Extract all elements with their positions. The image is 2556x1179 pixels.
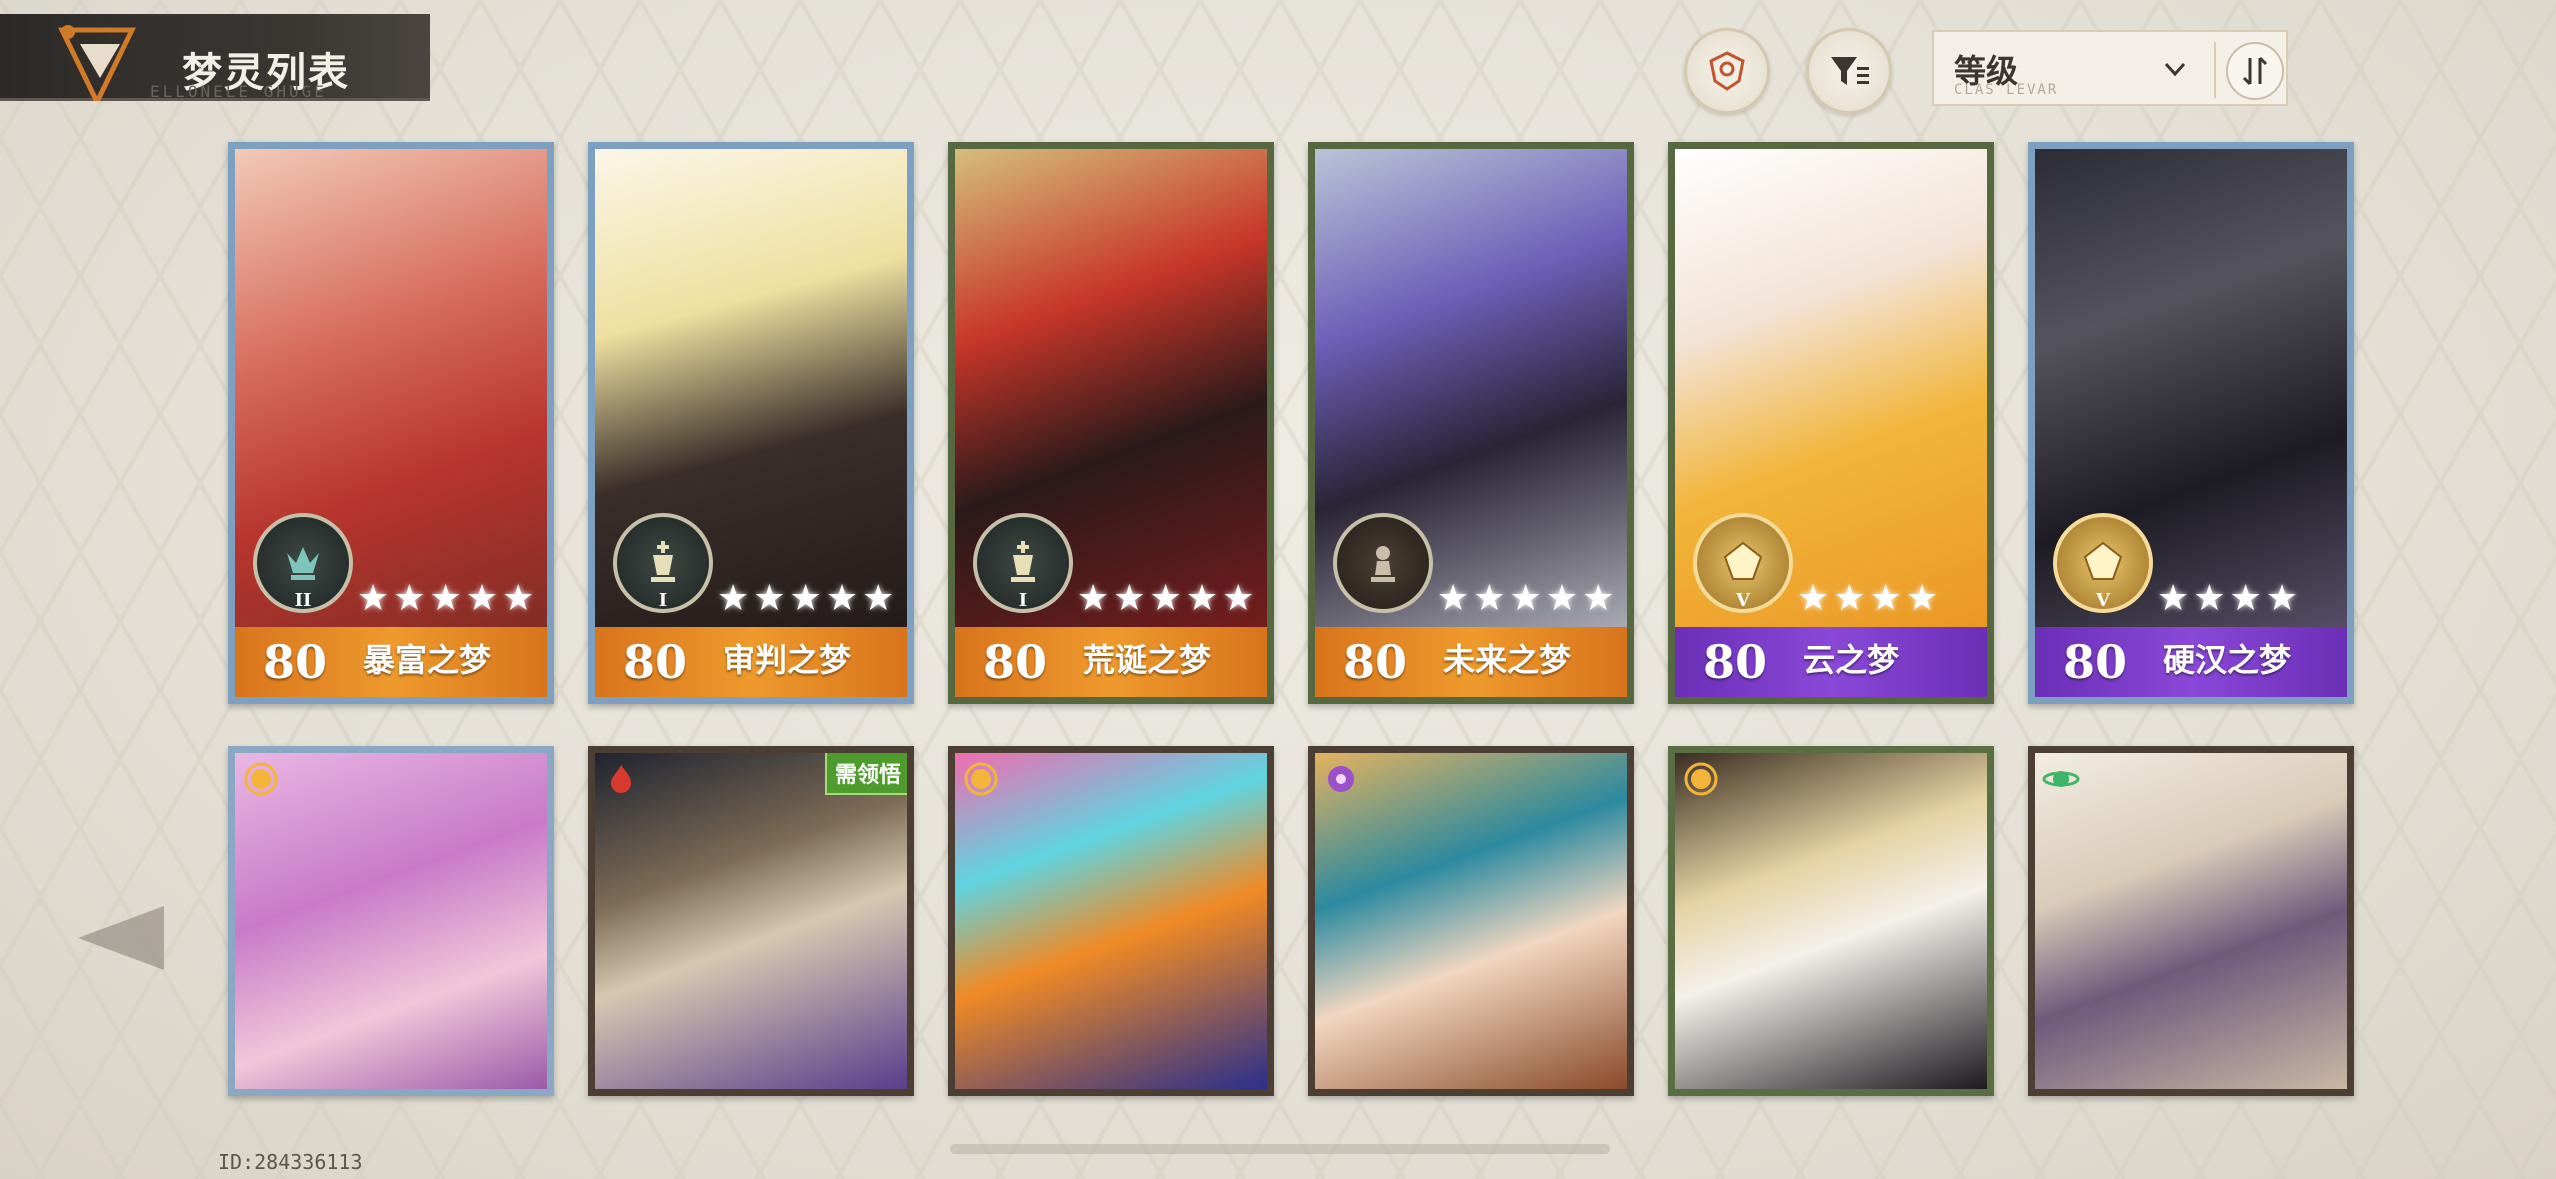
player-id: ID:284336113 [218, 1150, 363, 1174]
card-name: 云之梦 [1803, 641, 1900, 679]
profile-badge-icon [1709, 51, 1745, 91]
chess-queen-icon [287, 547, 319, 580]
rank-badge: I [973, 513, 1073, 613]
card-level: 80 [1703, 635, 1768, 689]
dream-card[interactable] [1308, 746, 1634, 1096]
rank-badge: V [2053, 513, 2153, 613]
rank-roman: V [1736, 590, 1750, 611]
card-level: 80 [623, 635, 688, 689]
card-footer: 80 审判之梦 [595, 627, 907, 697]
chess-pawn-icon [1371, 546, 1395, 582]
sort-order-button[interactable] [2226, 42, 2284, 100]
rank-badge [1333, 513, 1433, 613]
rank-badge: I [613, 513, 713, 613]
dream-card[interactable] [1668, 746, 1994, 1096]
dream-card[interactable]: V ★★★★ 80 云之梦 [1668, 142, 1994, 704]
card-level: 80 [983, 635, 1048, 689]
fire-element-icon [611, 765, 631, 793]
sun-element-icon [964, 762, 998, 796]
sun-element-icon [244, 762, 278, 796]
chess-king-icon [1011, 541, 1035, 582]
dream-card[interactable]: ★★★★★ 80 未来之梦 [1308, 142, 1634, 704]
dream-card[interactable] [2028, 746, 2354, 1096]
sort-order-icon [2242, 56, 2268, 86]
gem-icon [1723, 541, 1763, 580]
card-name: 硬汉之梦 [2163, 641, 2292, 679]
filter-button[interactable] [1806, 28, 1892, 114]
card-name: 暴富之梦 [363, 641, 492, 679]
gem-icon [2083, 541, 2123, 580]
chess-king-icon [651, 541, 675, 582]
rank-roman: V [2096, 590, 2110, 611]
psychic-element-icon [1328, 766, 1354, 792]
card-portrait [595, 753, 907, 1089]
scroll-left-arrow-icon[interactable] [78, 906, 164, 970]
card-portrait [955, 753, 1267, 1089]
header-plate: 梦灵列表 ELLONELE GHUGE [0, 14, 430, 101]
chevron-down-icon [2164, 62, 2186, 77]
dream-card[interactable]: II ★★★★★ 80 暴富之梦 [228, 142, 554, 704]
dream-card[interactable] [948, 746, 1274, 1096]
card-footer: 80 硬汉之梦 [2035, 627, 2347, 697]
dream-card[interactable]: I ★★★★★ 80 荒诞之梦 [948, 142, 1274, 704]
star-rating: ★★★★★ [357, 578, 539, 619]
need-comprehend-tag: 需领悟 [824, 753, 907, 795]
rank-badge: II [253, 513, 353, 613]
card-level: 80 [263, 635, 328, 689]
star-rating: ★★★★ [1797, 578, 1943, 619]
filter-icon [1831, 57, 1869, 85]
card-portrait [1315, 753, 1627, 1089]
sun-element-icon [1684, 762, 1718, 796]
card-level: 80 [2063, 635, 2128, 689]
dream-card[interactable] [228, 746, 554, 1096]
star-rating: ★★★★★ [717, 578, 899, 619]
horizontal-scrollbar[interactable] [950, 1144, 1610, 1154]
profile-badge-button[interactable] [1684, 28, 1770, 114]
rank-badge: V [1693, 513, 1793, 613]
star-rating: ★★★★★ [1077, 578, 1259, 619]
dream-card[interactable]: 需领悟 [588, 746, 914, 1096]
card-footer: 80 未来之梦 [1315, 627, 1627, 697]
planet-element-icon [2042, 771, 2080, 787]
star-rating: ★★★★★ [1437, 578, 1619, 619]
rank-roman: II [294, 590, 312, 611]
rank-roman: I [658, 590, 668, 611]
card-footer: 80 荒诞之梦 [955, 627, 1267, 697]
star-rating: ★★★★ [2157, 578, 2303, 619]
sort-sublabel: CLAS LEVAR [1954, 82, 2059, 98]
page-subtitle: ELLONELE GHUGE [150, 82, 327, 101]
card-portrait [1675, 753, 1987, 1089]
dream-card[interactable]: I ★★★★★ 80 审判之梦 [588, 142, 914, 704]
card-portrait [2035, 753, 2347, 1089]
dream-card[interactable]: V ★★★★ 80 硬汉之梦 [2028, 142, 2354, 704]
card-portrait [235, 753, 547, 1089]
card-footer: 80 云之梦 [1675, 627, 1987, 697]
card-level: 80 [1343, 635, 1408, 689]
card-name: 审判之梦 [723, 641, 852, 679]
dream-list-logo-icon [58, 25, 136, 101]
sort-dropdown[interactable]: 等级 CLAS LEVAR [1932, 30, 2288, 106]
sort-divider [2214, 42, 2216, 98]
card-footer: 80 暴富之梦 [235, 627, 547, 697]
card-name: 未来之梦 [1443, 641, 1572, 679]
card-name: 荒诞之梦 [1083, 641, 1212, 679]
rank-roman: I [1018, 590, 1028, 611]
